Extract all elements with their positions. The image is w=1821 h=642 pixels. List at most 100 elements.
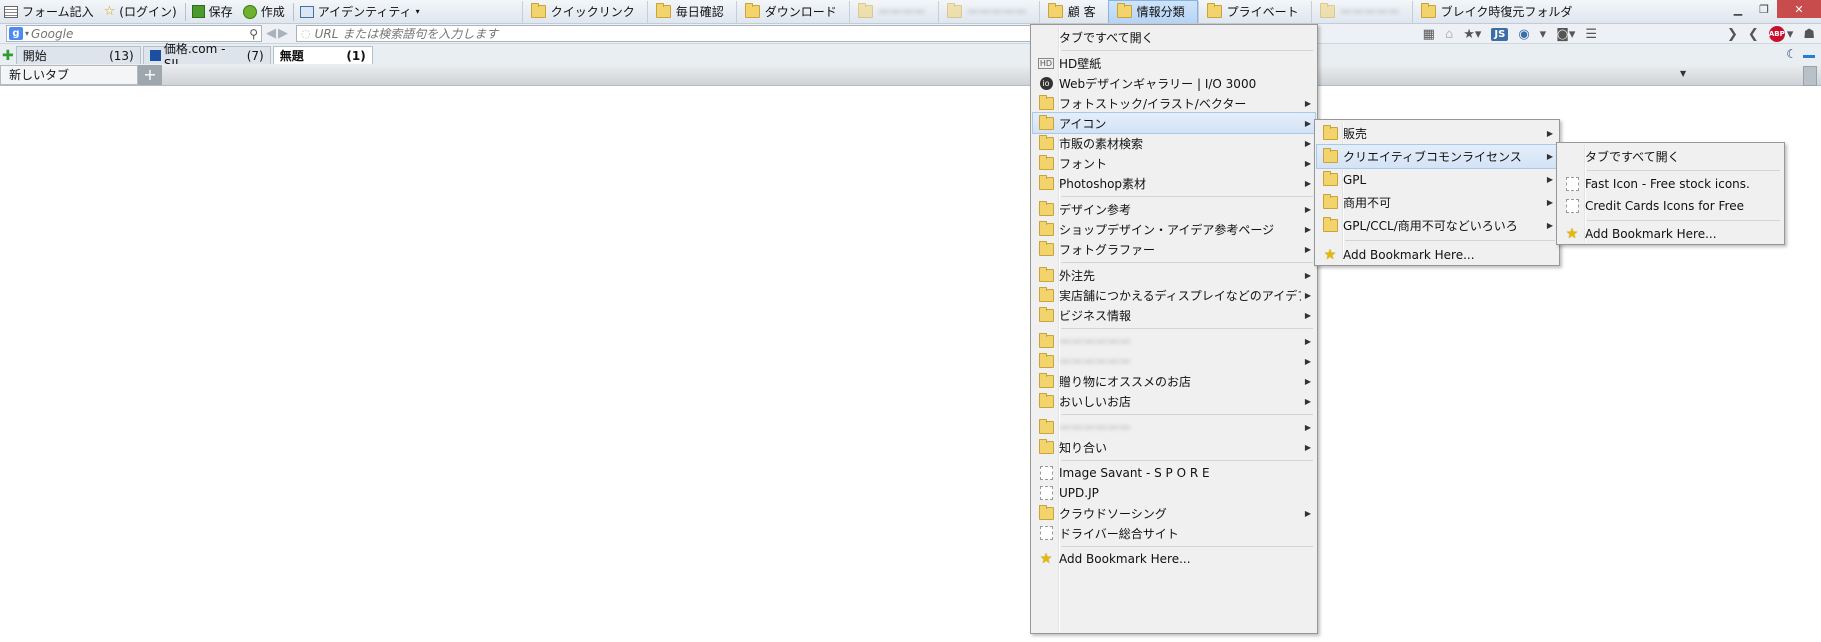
submenu-arrow-icon: ▶	[1304, 442, 1312, 452]
menu-item[interactable]: ドライバー総合サイト	[1033, 523, 1315, 543]
menu-folder-item[interactable]: ーーーーーー ▶	[1033, 417, 1315, 437]
menu-folder-item[interactable]: クラウドソーシング ▶	[1033, 503, 1315, 523]
submenu-arrow-icon: ▶	[1304, 310, 1312, 320]
menu-item[interactable]: HD HD壁紙	[1033, 53, 1315, 73]
menu-folder-item[interactable]: フォトグラファー ▶	[1033, 239, 1315, 259]
menu-folder-item[interactable]: 商用不可 ▶	[1317, 191, 1557, 214]
menu-folder-item[interactable]: 実店舗につかえるディスプレイなどのアイデア ▶	[1033, 285, 1315, 305]
tab-group-kakaku[interactable]: 価格.com - SIL... (7)	[142, 42, 271, 71]
bookmarks-toolbar: フォーム記入 ☆ (ログイン) 保存 作成 アイデンティティ ▾ クイックリンク…	[0, 0, 1821, 24]
menu-item[interactable]: io Webデザインギャラリー | I/O 3000	[1033, 73, 1315, 93]
folder-icon	[1047, 3, 1063, 18]
minimize-icon[interactable]: ▁	[1725, 0, 1751, 18]
menu-icon[interactable]: ☰	[1585, 27, 1597, 42]
tabbar-toggle-icon[interactable]	[1803, 55, 1815, 58]
menu-folder-item[interactable]: ショップデザイン・アイデア参考ページ ▶	[1033, 219, 1315, 239]
tab-group-untitled[interactable]: 無題 (1)	[272, 46, 373, 64]
menu-folder-item[interactable]: GPL/CCL/商用不可などいろいろ ▶	[1317, 214, 1557, 237]
bookmark-star-icon[interactable]: ★▾	[1463, 27, 1481, 42]
menu-folder-item[interactable]: おいしいお店 ▶	[1033, 391, 1315, 411]
menu-folder-item[interactable]: Photoshop素材 ▶	[1033, 173, 1315, 193]
scroll-thumb[interactable]	[1803, 66, 1817, 86]
addon-icon[interactable]: ◉	[1518, 27, 1529, 42]
bookmark-folder-download[interactable]: ダウンロード	[735, 0, 849, 23]
new-tab-button[interactable]: +	[138, 64, 162, 85]
bookmark-folder-info[interactable]: 情報分類	[1107, 0, 1198, 23]
bookmark-folder-break-restore[interactable]: ブレイク時復元フォルダ	[1411, 0, 1585, 23]
menu-item[interactable]: ★ Add Bookmark Here...	[1033, 549, 1315, 569]
folder-icon	[1322, 148, 1338, 163]
menu-separator	[1345, 240, 1555, 241]
chevron-down-icon[interactable]: ▾	[1787, 27, 1794, 42]
menu-item-label: HD壁紙	[1059, 56, 1102, 71]
menu-folder-item[interactable]: ーーーーーー ▶	[1033, 331, 1315, 351]
add-group-icon[interactable]: ✚	[0, 48, 16, 64]
page-icon	[1565, 199, 1579, 213]
menu-folder-item[interactable]: アイコン ▶	[1032, 112, 1316, 134]
bookmark-folder-blurred[interactable]: ーーーー	[848, 0, 938, 23]
menu-folder-item[interactable]: ビジネス情報 ▶	[1033, 305, 1315, 325]
forward-nav-icon[interactable]: ❯	[1727, 27, 1738, 42]
url-bar[interactable]: ◌	[296, 25, 1046, 42]
tab-list-icon[interactable]: ▼	[1680, 69, 1686, 78]
add-bookmark-star-icon: ★	[1565, 226, 1579, 242]
js-icon[interactable]: JS	[1491, 27, 1509, 41]
restore-icon[interactable]: ❐	[1751, 0, 1777, 18]
menu-folder-item[interactable]: デザイン参考 ▶	[1033, 199, 1315, 219]
folder-icon	[1038, 504, 1054, 520]
menu-folder-item[interactable]: 販売 ▶	[1317, 122, 1557, 145]
back-nav-icon[interactable]: ❮	[1748, 27, 1759, 42]
save-button[interactable]: 保存	[188, 1, 239, 23]
menu-item[interactable]: Image Savant - S P O R E	[1033, 463, 1315, 483]
menu-item-label: Credit Cards Icons for Free	[1585, 199, 1744, 213]
identity-button[interactable]: アイデンティティ ▾	[296, 1, 426, 23]
bookmark-folder-blurred[interactable]: ーーーーー	[937, 0, 1039, 23]
forward-icon[interactable]: ▶	[274, 26, 292, 41]
grid-icon[interactable]: ▦	[1423, 27, 1435, 42]
login-button[interactable]: ☆ (ログイン)	[100, 1, 183, 23]
bookmark-folder-daily[interactable]: 毎日確認	[646, 0, 736, 23]
create-button[interactable]: 作成	[239, 1, 291, 23]
menu-item[interactable]: Credit Cards Icons for Free	[1559, 195, 1782, 217]
menu-item[interactable]: ★ Add Bookmark Here...	[1559, 223, 1782, 245]
adblock-icon[interactable]: ABP	[1768, 26, 1785, 42]
menu-folder-item[interactable]: 市販の素材検索 ▶	[1033, 133, 1315, 153]
bookmark-menu-info: タブですべて開く HD HD壁紙 io Webデザインギャラリー | I/O 3000 フ…	[1030, 24, 1318, 634]
menu-folder-item[interactable]: クリエイティブコモンライセンス ▶	[1316, 144, 1558, 169]
close-icon[interactable]: ✕	[1777, 0, 1821, 18]
user-icon[interactable]: ☗	[1803, 27, 1815, 42]
search-icon[interactable]: ⚲	[249, 27, 261, 41]
folder-icon	[1038, 438, 1054, 454]
google-icon: g	[9, 27, 23, 40]
menu-folder-item[interactable]: フォント ▶	[1033, 153, 1315, 173]
menu-folder-item[interactable]: ーーーーーー ▶	[1033, 351, 1315, 371]
folder-icon	[1038, 266, 1054, 282]
url-input[interactable]	[310, 26, 1045, 41]
tab-group-start[interactable]: 開始 (13)	[15, 46, 141, 64]
bookmark-folder-private[interactable]: プライベート	[1197, 0, 1311, 23]
menu-item[interactable]: Fast Icon - Free stock icons.	[1559, 173, 1782, 195]
menu-folder-item[interactable]: 知り合い ▶	[1033, 437, 1315, 457]
bookmark-folder-blurred[interactable]: ーーーーー	[1310, 0, 1412, 23]
bookmark-folder-quicklink[interactable]: クイックリンク	[521, 0, 647, 23]
camera-icon[interactable]: ◙▾	[1556, 27, 1575, 42]
menu-folder-item[interactable]: 贈り物にオススメのお店 ▶	[1033, 371, 1315, 391]
dropdown-icon[interactable]: ▾	[1540, 27, 1547, 42]
menu-item[interactable]: タブですべて開く	[1559, 145, 1782, 167]
menu-item[interactable]: UPD.JP	[1033, 483, 1315, 503]
bookmark-folder-customers[interactable]: 顧 客	[1038, 0, 1108, 23]
moon-icon[interactable]: ☾	[1786, 47, 1797, 61]
search-input[interactable]	[29, 26, 250, 41]
folder-icon	[1319, 3, 1335, 18]
menu-item[interactable]: タブですべて開く	[1033, 27, 1315, 47]
screenshot-icon[interactable]: ⌂	[1445, 27, 1453, 42]
menu-folder-item[interactable]: GPL ▶	[1317, 168, 1557, 191]
submenu-arrow-icon: ▶	[1304, 244, 1312, 254]
form-fill-button[interactable]: フォーム記入	[0, 1, 100, 23]
menu-folder-item[interactable]: 外注先 ▶	[1033, 265, 1315, 285]
menu-folder-item[interactable]: フォトストック/イラスト/ベクター ▶	[1033, 93, 1315, 113]
menu-item[interactable]: ★ Add Bookmark Here...	[1317, 243, 1557, 266]
add-bookmark-star-icon: ★	[1323, 246, 1337, 263]
tab-new[interactable]: 新しいタブ	[0, 64, 138, 85]
menu-separator	[1061, 50, 1313, 51]
